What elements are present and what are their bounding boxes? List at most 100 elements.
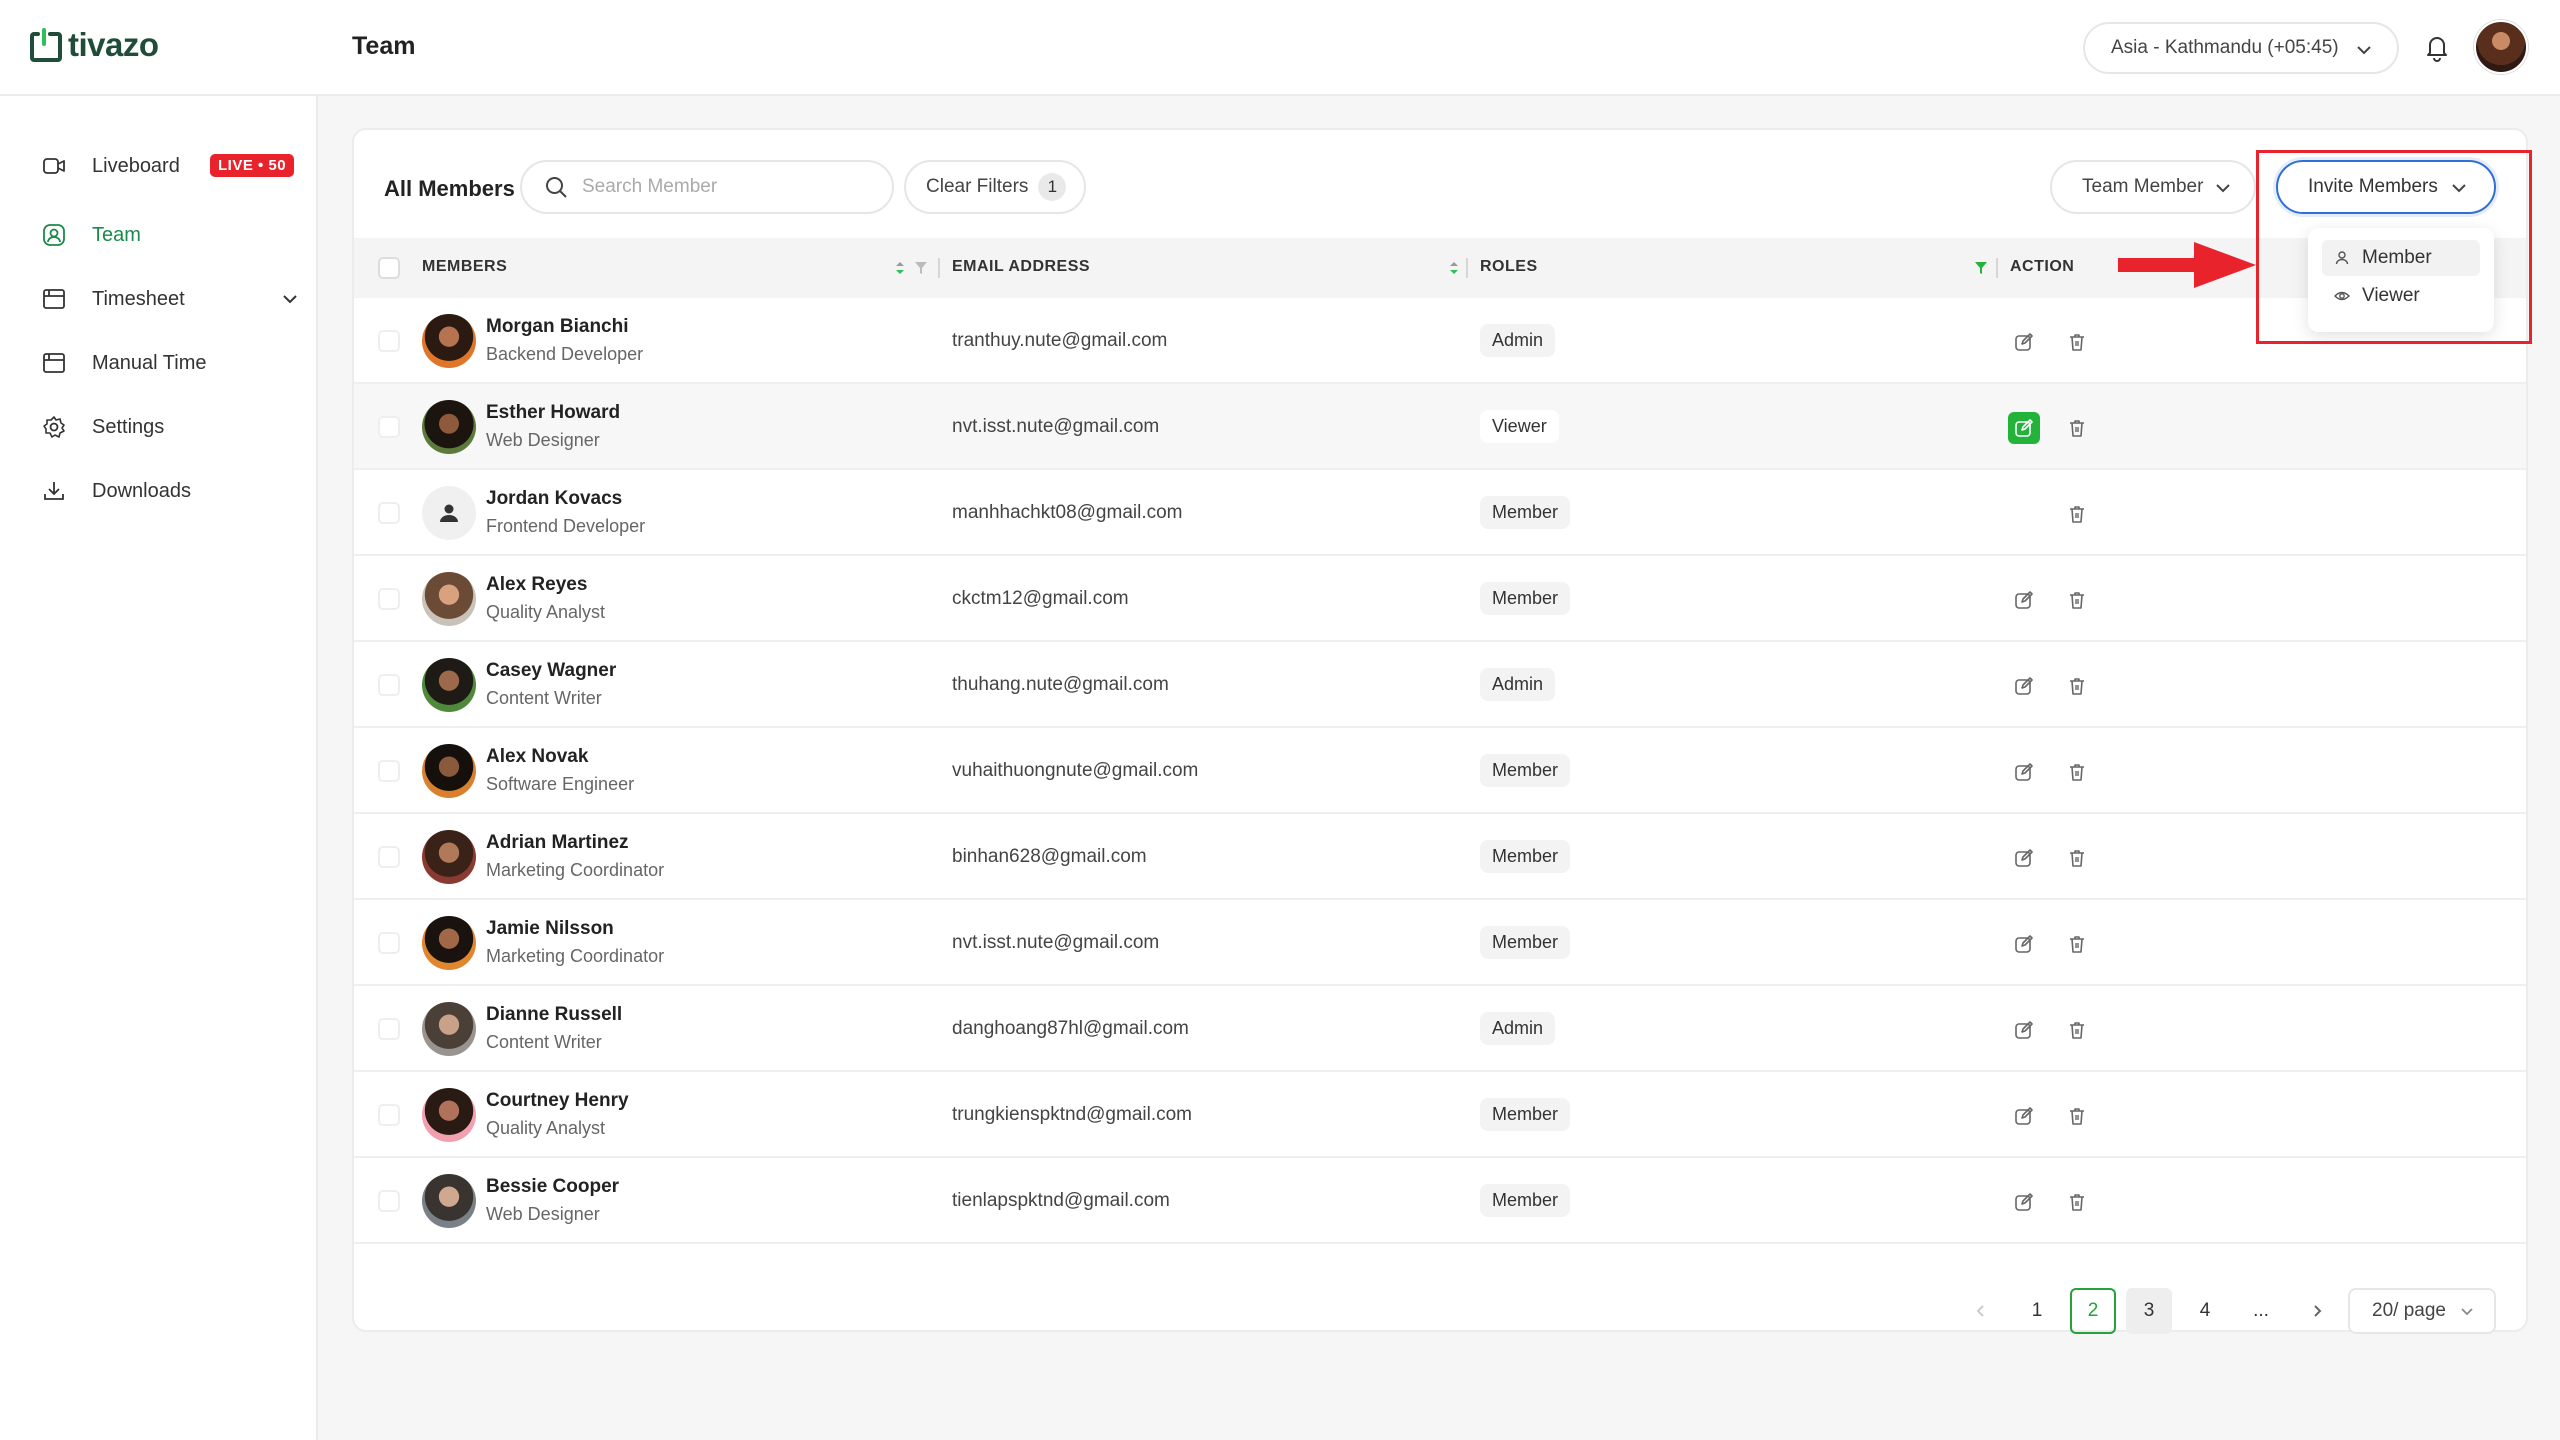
delete-button[interactable] <box>2061 1014 2093 1046</box>
edit-button[interactable] <box>2008 670 2040 702</box>
filter-icon[interactable] <box>914 260 928 276</box>
delete-button[interactable] <box>2061 326 2093 358</box>
member-name: Jordan Kovacs <box>486 488 623 509</box>
row-checkbox[interactable] <box>378 760 400 782</box>
clear-filters-button[interactable]: Clear Filters 1 <box>904 160 1087 214</box>
sidebar-item-team[interactable]: Team <box>40 215 300 255</box>
gear-icon <box>40 413 68 441</box>
search-input[interactable] <box>582 176 882 198</box>
chevron-down-icon[interactable] <box>280 289 300 309</box>
sidebar-item-label: Manual Time <box>92 351 207 374</box>
row-checkbox[interactable] <box>378 1018 400 1040</box>
chevron-right-icon <box>2314 1305 2322 1317</box>
row-checkbox[interactable] <box>378 674 400 696</box>
table-row[interactable]: Jordan Kovacs Frontend Developer manhhac… <box>354 470 2526 556</box>
edit-button[interactable] <box>2008 584 2040 616</box>
brand-logo[interactable]: tivazo <box>30 26 159 64</box>
table-row[interactable]: Alex Novak Software Engineer vuhaithuong… <box>354 728 2526 814</box>
filter-active-icon[interactable] <box>1974 260 1988 276</box>
sidebar-item-label: Downloads <box>92 479 191 502</box>
row-checkbox[interactable] <box>378 1104 400 1126</box>
delete-button[interactable] <box>2061 756 2093 788</box>
delete-button[interactable] <box>2061 842 2093 874</box>
delete-button[interactable] <box>2061 1100 2093 1132</box>
member-name: Morgan Bianchi <box>486 316 629 337</box>
sidebar-item-downloads[interactable]: Downloads <box>40 471 300 511</box>
table-row[interactable]: Esther Howard Web Designer nvt.isst.nute… <box>354 384 2526 470</box>
edit-button[interactable] <box>2008 842 2040 874</box>
delete-button[interactable] <box>2061 928 2093 960</box>
sidebar-item-liveboard[interactable]: Liveboard LIVE • 50 <box>40 146 300 186</box>
page-button-2[interactable]: 2 <box>2070 1288 2116 1334</box>
sidebar-item-label: Settings <box>92 415 165 438</box>
row-checkbox[interactable] <box>378 502 400 524</box>
sidebar-item-label: Team <box>92 223 141 246</box>
sidebar-item-manual-time[interactable]: Manual Time <box>40 343 300 383</box>
edit-button[interactable] <box>2008 1186 2040 1218</box>
row-checkbox[interactable] <box>378 846 400 868</box>
sidebar-item-timesheet[interactable]: Timesheet <box>40 279 300 319</box>
notification-button[interactable] <box>2418 28 2456 66</box>
page-button-3[interactable]: 3 <box>2126 1288 2172 1334</box>
role-badge: Admin <box>1480 668 1556 701</box>
trash-icon <box>2070 506 2084 523</box>
prev-page-button[interactable] <box>1958 1288 2004 1334</box>
edit-icon <box>2015 849 2033 867</box>
table-row[interactable]: Adrian Martinez Marketing Coordinator bi… <box>354 814 2526 900</box>
page-ellipsis[interactable]: ... <box>2238 1288 2284 1334</box>
page-button-1[interactable]: 1 <box>2014 1288 2060 1334</box>
manual-time-icon <box>40 349 68 377</box>
bell-icon <box>2427 37 2447 62</box>
chevron-down-icon <box>2357 46 2371 55</box>
member-title: Web Designer <box>486 430 600 450</box>
table-row[interactable]: Casey Wagner Content Writer thuhang.nute… <box>354 642 2526 728</box>
role-badge: Member <box>1480 926 1571 959</box>
avatar <box>422 1002 476 1056</box>
sidebar-item-settings[interactable]: Settings <box>40 407 300 447</box>
timezone-select[interactable]: Asia - Kathmandu (+05:45) <box>2083 22 2399 74</box>
edit-icon <box>2015 763 2033 781</box>
sort-icon[interactable] <box>894 260 906 276</box>
member-email: manhhachkt08@gmail.com <box>952 502 1183 523</box>
role-badge: Member <box>1480 582 1571 615</box>
row-checkbox[interactable] <box>378 932 400 954</box>
edit-button[interactable] <box>2008 1100 2040 1132</box>
next-page-button[interactable] <box>2294 1288 2340 1334</box>
row-checkbox[interactable] <box>378 1190 400 1212</box>
page-title: Team <box>352 32 416 60</box>
trash-icon <box>2070 420 2084 437</box>
edit-button[interactable] <box>2008 756 2040 788</box>
member-title: Marketing Coordinator <box>486 946 665 966</box>
trash-icon <box>2070 850 2084 867</box>
row-checkbox[interactable] <box>378 330 400 352</box>
delete-button[interactable] <box>2061 498 2093 530</box>
row-checkbox[interactable] <box>378 588 400 610</box>
page-button-4[interactable]: 4 <box>2182 1288 2228 1334</box>
table-row[interactable]: Courtney Henry Quality Analyst trungkien… <box>354 1072 2526 1158</box>
search-box[interactable] <box>520 160 894 214</box>
select-all-checkbox[interactable] <box>378 257 400 279</box>
role-filter-select[interactable]: Team Member <box>2050 160 2256 214</box>
row-checkbox[interactable] <box>378 416 400 438</box>
column-header-roles: ROLES <box>1480 258 1538 275</box>
role-badge: Viewer <box>1480 410 1559 443</box>
member-email: thuhang.nute@gmail.com <box>952 674 1169 695</box>
edit-button[interactable] <box>2008 1014 2040 1046</box>
table-row[interactable]: Jamie Nilsson Marketing Coordinator nvt.… <box>354 900 2526 986</box>
delete-button[interactable] <box>2061 1186 2093 1218</box>
table-row[interactable]: Morgan Bianchi Backend Developer tranthu… <box>354 298 2526 384</box>
sort-icon[interactable] <box>1448 260 1460 276</box>
user-avatar[interactable] <box>2474 20 2528 74</box>
delete-button[interactable] <box>2061 670 2093 702</box>
edit-button[interactable] <box>2008 326 2040 358</box>
delete-button[interactable] <box>2061 412 2093 444</box>
delete-button[interactable] <box>2061 584 2093 616</box>
member-email: nvt.isst.nute@gmail.com <box>952 416 1160 437</box>
edit-button[interactable] <box>2008 412 2040 444</box>
table-row[interactable]: Bessie Cooper Web Designer tienlapspktnd… <box>354 1158 2526 1244</box>
edit-button[interactable] <box>2008 928 2040 960</box>
member-name: Alex Reyes <box>486 574 588 595</box>
table-row[interactable]: Dianne Russell Content Writer danghoang8… <box>354 986 2526 1072</box>
table-row[interactable]: Alex Reyes Quality Analyst ckctm12@gmail… <box>354 556 2526 642</box>
page-size-select[interactable]: 20/ page <box>2348 1288 2496 1334</box>
